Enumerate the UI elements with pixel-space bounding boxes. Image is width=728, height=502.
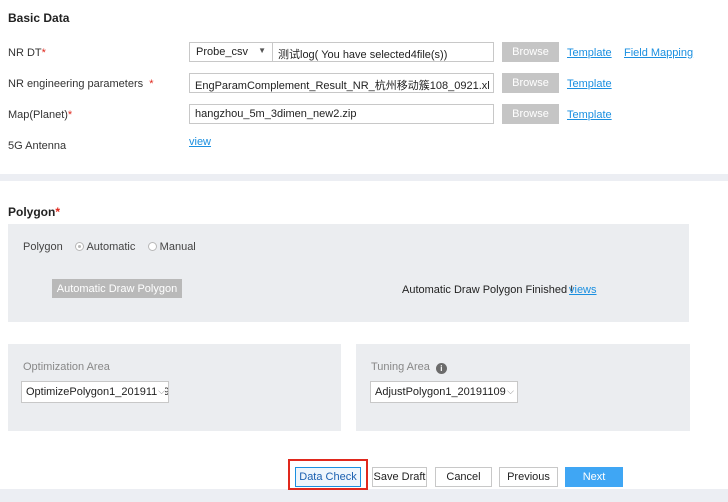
cancel-button[interactable]: Cancel [435,467,492,487]
optimization-area-select[interactable]: OptimizePolygon1_20191109 ⌵ [21,381,169,403]
polygon-mode-group: Polygon Automatic Manual [23,241,196,253]
next-button[interactable]: Next [565,467,623,487]
optimization-area-value: OptimizePolygon1_20191109 [26,386,169,398]
automatic-draw-polygon-button[interactable]: Automatic Draw Polygon [52,279,182,298]
polygon-mode-label: Polygon [23,241,63,253]
eng-params-file-field[interactable]: EngParamComplement_Result_NR_杭州移动簇108_09… [189,73,494,93]
manual-radio-label[interactable]: Manual [160,241,196,253]
map-browse-button[interactable]: Browse [502,104,559,124]
previous-button[interactable]: Previous [499,467,558,487]
manual-radio[interactable] [147,242,157,251]
nr-dt-label: NR DT* [8,47,46,59]
save-draft-button[interactable]: Save Draft [372,467,427,487]
map-template-link[interactable]: Template [567,109,612,121]
map-label: Map(Planet)* [8,109,73,121]
nr-dt-file-field[interactable]: 测试log( You have selected4file(s)) [272,42,494,62]
map-file-field[interactable]: hangzhou_5m_3dimen_new2.zip [189,104,494,124]
basic-data-title: Basic Data [8,11,70,25]
polygon-title: Polygon* [8,205,61,219]
automatic-radio-label[interactable]: Automatic [86,241,135,253]
tuning-area-select[interactable]: AdjustPolygon1_201911091 ⌵ [370,381,518,403]
info-icon[interactable]: i [435,363,447,374]
nr-dt-type-value: Probe_csv [196,46,248,58]
section-divider [0,174,728,181]
polygon-panel [8,224,689,322]
tuning-area-value: AdjustPolygon1_201911091 [375,386,512,398]
nr-dt-browse-button[interactable]: Browse [502,42,559,62]
tuning-area-label-group: Tuning Area i [371,361,447,374]
optimization-area-label: Optimization Area [23,361,110,373]
nr-dt-template-link[interactable]: Template [567,47,612,59]
chevron-down-icon: ⌵ [506,386,514,397]
chevron-down-icon: ⌵ [157,386,165,397]
antenna-label: 5G Antenna [8,140,67,152]
nr-dt-type-select[interactable]: Probe_csv ▼ [189,42,273,62]
nr-dt-field-mapping-link[interactable]: Field Mapping [624,47,693,59]
antenna-view-link[interactable]: view [189,136,211,148]
eng-params-template-link[interactable]: Template [567,78,612,90]
eng-params-browse-button[interactable]: Browse [502,73,559,93]
eng-params-label: NR engineering parameters * [8,78,154,90]
data-check-button[interactable]: Data Check [295,467,361,487]
chevron-down-icon: ▼ [258,46,266,55]
automatic-radio[interactable] [75,242,84,251]
polygon-views-link[interactable]: views [569,284,597,296]
tuning-area-label: Tuning Area [371,361,430,373]
polygon-status-text: Automatic Draw Polygon Finished ! [402,284,574,296]
footer-band [0,489,728,502]
